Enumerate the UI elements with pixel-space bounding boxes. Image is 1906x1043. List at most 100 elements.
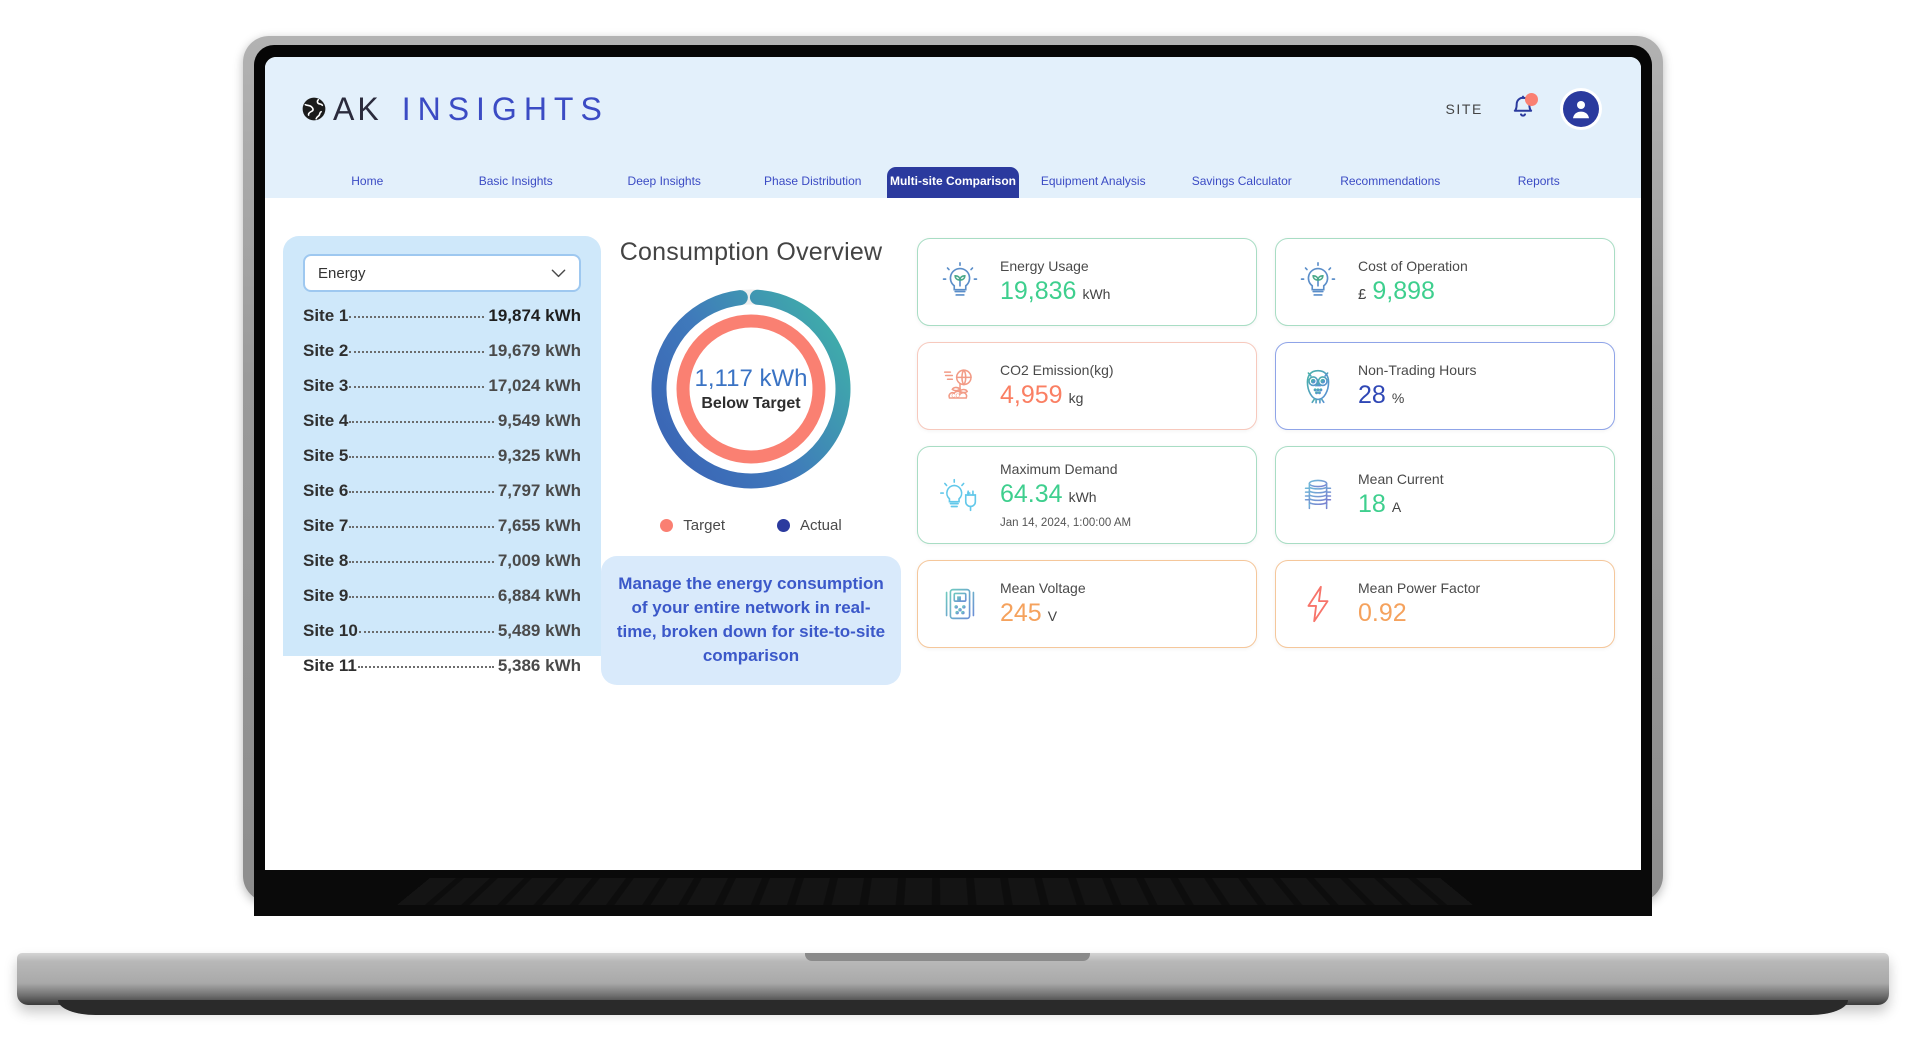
app-header: AK INSIGHTS SITE	[265, 57, 1641, 161]
site-list: Site 1 19,874 kWh Site 2 19,679 kWh Site 3 17…	[303, 306, 581, 676]
metric-card-label: Mean Power Factor	[1358, 580, 1481, 596]
metric-card-mean-power-factor[interactable]: Mean Power Factor 0.92	[1275, 560, 1615, 648]
site-name: Site 8	[303, 551, 349, 570]
notification-badge-dot	[1525, 93, 1538, 106]
site-list-item[interactable]: Site 7 7,655 kWh	[303, 516, 581, 536]
site-unit: kWh	[545, 376, 581, 395]
donut-value: 1,117 kWh	[694, 365, 808, 392]
multimeter-icon	[934, 581, 986, 627]
leader-dots	[357, 666, 494, 668]
metric-card-mean-current[interactable]: Mean Current 18 A	[1275, 446, 1615, 544]
metric-card-value: 4,959	[1000, 381, 1063, 409]
nav-tab-label: Reports	[1517, 174, 1560, 188]
nav-tab-phase-distribution[interactable]: Phase Distribution	[739, 167, 888, 198]
donut-center-labels: 1,117 kWh Below Target	[645, 283, 857, 495]
site-unit: kWh	[545, 411, 581, 430]
consumption-donut-chart: 1,117 kWh Below Target	[645, 283, 857, 495]
metric-card-unit: A	[1391, 499, 1402, 515]
nav-tab-home[interactable]: Home	[293, 167, 442, 198]
info-callout: Manage the energy consumption of your en…	[601, 556, 901, 685]
metric-card-cost-of-operation[interactable]: Cost of Operation £9,898	[1275, 238, 1615, 326]
site-list-item[interactable]: Site 4 9,549 kWh	[303, 411, 581, 431]
nav-tab-savings-calculator[interactable]: Savings Calculator	[1168, 167, 1317, 198]
site-list-item[interactable]: Site 9 6,884 kWh	[303, 586, 581, 606]
nav-tab-label: Multi-site Comparison	[889, 174, 1016, 188]
metric-card-maximum-demand[interactable]: Maximum Demand 64.34 kWh Jan 14, 2024, 1:00…	[917, 446, 1257, 544]
co2-plant-icon: CO	[934, 363, 986, 409]
metric-card-unit: %	[1391, 390, 1405, 406]
leader-dots	[349, 351, 485, 353]
metric-card-label: Energy Usage	[1000, 258, 1089, 274]
metric-card-co2-emission[interactable]: CO CO2 Emission(kg) 4,959 kg	[917, 342, 1257, 430]
metric-select[interactable]: Energy	[303, 254, 581, 292]
metric-card-text: Energy Usage 19,836 kWh	[1000, 258, 1110, 306]
nav-tab-deep-insights[interactable]: Deep Insights	[590, 167, 739, 198]
leader-dots	[349, 596, 494, 598]
bulb-plug-icon	[934, 472, 986, 518]
site-list-item[interactable]: Site 10 5,489 kWh	[303, 621, 581, 641]
globe-icon	[302, 97, 326, 121]
metric-select-value: Energy	[318, 264, 366, 282]
nav-tab-label: Savings Calculator	[1191, 174, 1292, 188]
site-unit: kWh	[545, 586, 581, 605]
site-list-item[interactable]: Site 6 7,797 kWh	[303, 481, 581, 501]
site-list-item[interactable]: Site 2 19,679 kWh	[303, 341, 581, 361]
metric-card-value-row: 19,836 kWh	[1000, 277, 1110, 306]
site-name: Site 1	[303, 306, 349, 325]
nav-tab-equipment-analysis[interactable]: Equipment Analysis	[1019, 167, 1168, 198]
site-name: Site 4	[303, 411, 349, 430]
site-list-item[interactable]: Site 3 17,024 kWh	[303, 376, 581, 396]
chart-legend: Target Actual	[660, 517, 842, 534]
svg-text:CO: CO	[951, 394, 960, 400]
notifications-button[interactable]	[1509, 93, 1538, 124]
brand-logo: AK INSIGHTS	[301, 91, 609, 128]
metric-card-unit: kWh	[1068, 489, 1097, 505]
avatar-icon	[1572, 100, 1590, 119]
site-unit: kWh	[545, 621, 581, 640]
nav-tab-reports[interactable]: Reports	[1465, 167, 1614, 198]
metric-card-unit: V	[1047, 608, 1058, 624]
metric-card-label: Mean Voltage	[1000, 580, 1086, 596]
legend-swatch-target	[660, 519, 674, 532]
nav-tab-recommendations[interactable]: Recommendations	[1316, 167, 1465, 198]
metric-card-value-row: 0.92	[1358, 599, 1480, 628]
nav-tab-basic-insights[interactable]: Basic Insights	[442, 167, 591, 198]
site-name: Site 10	[303, 621, 358, 640]
metric-card-label: Maximum Demand	[1000, 461, 1118, 477]
nav-tab-label: Phase Distribution	[764, 174, 862, 188]
metric-card-non-trading-hours[interactable]: Non-Trading Hours 28%	[1275, 342, 1615, 430]
site-label: SITE	[1445, 101, 1483, 117]
page-body: Energy Site 1 19,874 kWh Site 2 19,679 kWh S…	[265, 198, 1641, 880]
legend-label-actual: Actual	[800, 517, 842, 534]
site-list-item[interactable]: Site 1 19,874 kWh	[303, 306, 581, 326]
leader-dots	[349, 526, 494, 528]
metric-card-label: CO2 Emission(kg)	[1000, 362, 1114, 378]
donut-sublabel: Below Target	[701, 395, 801, 412]
site-value: 6,884 kWh	[497, 586, 581, 605]
header-right: SITE	[1445, 91, 1599, 127]
lightbulb-leaf-icon	[934, 259, 986, 305]
laptop-screen: AK INSIGHTS SITE Home Basic Insights Dee…	[265, 57, 1641, 880]
site-unit: kWh	[545, 656, 581, 675]
metric-card-label: Cost of Operation	[1358, 258, 1468, 274]
site-unit: kWh	[545, 306, 581, 325]
metric-card-mean-voltage[interactable]: Mean Voltage 245 V	[917, 560, 1257, 648]
leader-dots	[358, 631, 494, 633]
leader-dots	[349, 316, 485, 318]
site-name: Site 6	[303, 481, 349, 500]
laptop-keyboard-keys	[396, 878, 1474, 906]
leader-dots	[349, 561, 494, 563]
site-value: 9,325 kWh	[497, 446, 581, 465]
metric-card-energy-usage[interactable]: Energy Usage 19,836 kWh	[917, 238, 1257, 326]
avatar[interactable]	[1563, 91, 1599, 127]
site-unit: kWh	[545, 516, 581, 535]
site-value: 9,549 kWh	[497, 411, 581, 430]
site-value: 19,679 kWh	[488, 341, 581, 360]
site-value: 5,386 kWh	[497, 656, 581, 675]
site-list-item[interactable]: Site 8 7,009 kWh	[303, 551, 581, 571]
metric-card-label: Non-Trading Hours	[1358, 362, 1477, 378]
nav-tab-multi-site-comparison[interactable]: Multi-site Comparison	[887, 167, 1019, 198]
coil-icon	[1292, 472, 1344, 518]
site-list-item[interactable]: Site 5 9,325 kWh	[303, 446, 581, 466]
site-list-item[interactable]: Site 11 5,386 kWh	[303, 656, 581, 676]
